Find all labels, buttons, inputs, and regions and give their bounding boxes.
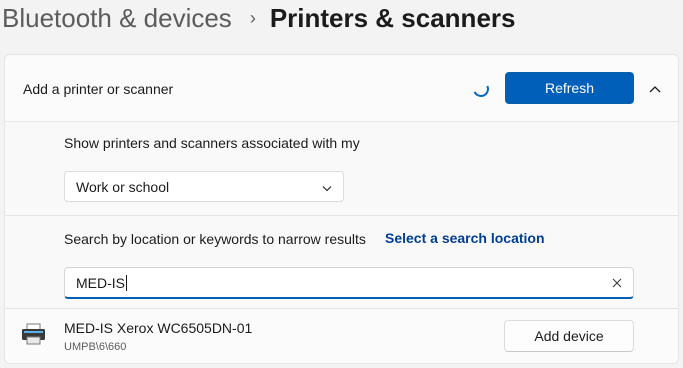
search-input-value: MED-IS bbox=[76, 274, 125, 291]
association-label: Show printers and scanners associated wi… bbox=[64, 135, 360, 151]
printer-icon bbox=[21, 323, 47, 345]
association-dropdown[interactable]: Work or school bbox=[64, 171, 344, 202]
add-printer-title: Add a printer or scanner bbox=[23, 81, 174, 97]
collapse-chevron-up-icon[interactable] bbox=[643, 77, 667, 101]
refresh-button[interactable]: Refresh bbox=[505, 72, 634, 104]
device-list-item: MED-IS Xerox WC6505DN-01 UMPB\6\660 Add … bbox=[5, 309, 678, 363]
device-name: MED-IS Xerox WC6505DN-01 bbox=[64, 320, 253, 336]
search-input[interactable]: MED-IS bbox=[64, 267, 634, 299]
chevron-down-icon bbox=[321, 181, 333, 193]
add-device-button[interactable]: Add device bbox=[504, 320, 634, 352]
breadcrumb: Bluetooth & devices › Printers & scanner… bbox=[0, 0, 683, 36]
clear-icon[interactable] bbox=[609, 275, 625, 291]
add-printer-header[interactable]: Add a printer or scanner Refresh bbox=[5, 55, 678, 122]
loading-spinner-icon bbox=[470, 78, 492, 100]
breadcrumb-parent-link[interactable]: Bluetooth & devices bbox=[0, 3, 232, 34]
page-title: Printers & scanners bbox=[269, 2, 516, 33]
association-section: Show printers and scanners associated wi… bbox=[5, 122, 678, 216]
search-section: Search by location or keywords to narrow… bbox=[5, 216, 678, 309]
select-search-location-link[interactable]: Select a search location bbox=[385, 230, 545, 246]
add-printer-panel: Add a printer or scanner Refresh Show pr… bbox=[4, 54, 679, 364]
device-location: UMPB\6\660 bbox=[64, 341, 127, 353]
breadcrumb-separator: › bbox=[249, 7, 256, 28]
text-caret bbox=[126, 274, 127, 291]
search-label: Search by location or keywords to narrow… bbox=[64, 231, 366, 247]
association-dropdown-value: Work or school bbox=[76, 178, 170, 195]
